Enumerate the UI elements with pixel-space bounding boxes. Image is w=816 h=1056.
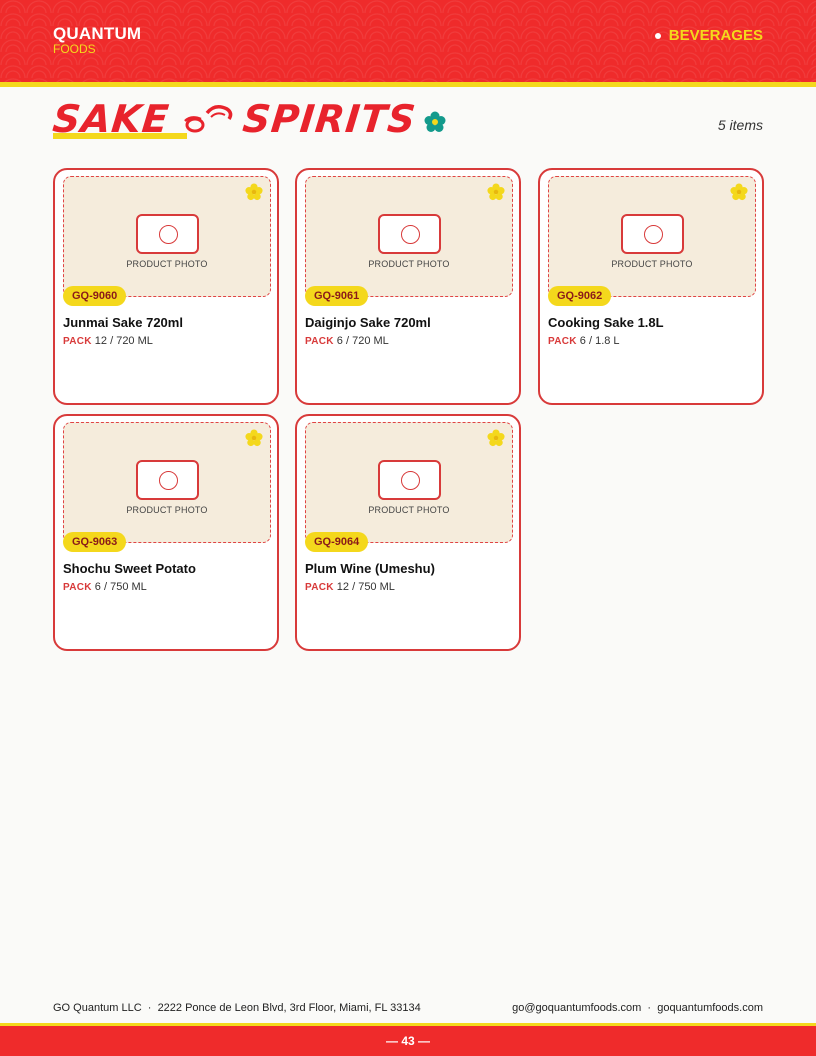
flower-icon [730,183,748,201]
product-photo-placeholder: PRODUCT PHOTO [63,176,271,297]
product-pack: PACK 12 / 750 ML [305,581,395,593]
product-photo-placeholder: PRODUCT PHOTO [305,422,513,543]
section-title-word-2: SPIRITS [240,97,419,141]
product-name: Junmai Sake 720ml [63,315,183,330]
product-pack: PACK 12 / 720 ML [63,335,153,347]
pack-label: PACK [63,336,92,347]
sku-badge: GQ-9063 [63,532,127,552]
product-name: Cooking Sake 1.8L [548,315,664,330]
brand-subtitle: FOODS [53,42,96,56]
product-photo-placeholder: PRODUCT PHOTO [548,176,756,297]
footer-bar: — 43 — [0,1026,816,1056]
title-underline [53,133,187,139]
camera-icon [136,460,199,500]
product-card[interactable]: PRODUCT PHOTO GQ-9060 Junmai Sake 720ml … [53,168,279,405]
product-card[interactable]: PRODUCT PHOTO GQ-9061 Daiginjo Sake 720m… [295,168,521,405]
camera-icon [136,214,199,254]
pack-value: 6 / 750 ML [94,581,147,593]
item-count: 5 items [717,117,763,133]
product-photo-placeholder: PRODUCT PHOTO [305,176,513,297]
flower-icon [245,183,263,201]
product-name: Shochu Sweet Potato [63,561,196,576]
brand-logo: QUANTUM FOODS [53,24,141,55]
pack-value: 12 / 720 ML [94,335,153,347]
photo-label: PRODUCT PHOTO [126,259,208,269]
flower-icon [487,183,505,201]
bullet-icon [654,32,661,39]
product-card[interactable]: PRODUCT PHOTO GQ-9064 Plum Wine (Umeshu)… [295,414,521,651]
footer-contact: go@goquantumfoods.com · goquantumfoods.c… [512,1002,763,1014]
product-photo-placeholder: PRODUCT PHOTO [63,422,271,543]
pack-value: 12 / 750 ML [336,581,395,593]
product-pack: PACK 6 / 1.8 L [548,335,620,347]
header-stripe [0,82,816,87]
pack-label: PACK [548,336,577,347]
product-name: Plum Wine (Umeshu) [305,561,435,576]
page-number: — 43 — [385,1034,430,1048]
footer-company: GO Quantum LLC [53,1002,142,1014]
sku-badge: GQ-9061 [305,286,369,306]
product-card[interactable]: PRODUCT PHOTO GQ-9063 Shochu Sweet Potat… [53,414,279,651]
product-pack: PACK 6 / 750 ML [63,581,147,593]
footer-email[interactable]: go@goquantumfoods.com [512,1002,641,1014]
camera-icon [378,214,441,254]
product-name: Daiginjo Sake 720ml [305,315,431,330]
photo-label: PRODUCT PHOTO [368,505,450,515]
footer-address: GO Quantum LLC · 2222 Ponce de Leon Blvd… [53,1002,421,1014]
pack-label: PACK [305,336,334,347]
sku-badge: GQ-9062 [548,286,612,306]
photo-label: PRODUCT PHOTO [368,259,450,269]
footer-address-text: 2222 Ponce de Leon Blvd, 3rd Floor, Miam… [157,1002,421,1014]
footer-separator: · [644,1002,655,1014]
product-card[interactable]: PRODUCT PHOTO GQ-9062 Cooking Sake 1.8L … [538,168,764,405]
camera-icon [378,460,441,500]
sku-badge: GQ-9064 [305,532,369,552]
photo-label: PRODUCT PHOTO [126,505,208,515]
sku-badge: GQ-9060 [63,286,127,306]
pack-label: PACK [305,582,334,593]
pack-value: 6 / 1.8 L [579,335,620,347]
product-pack: PACK 6 / 720 ML [305,335,389,347]
flower-icon [487,429,505,447]
category-label: BEVERAGES [654,27,763,44]
footer-website[interactable]: goquantumfoods.com [657,1002,763,1014]
pack-label: PACK [63,582,92,593]
category-text: BEVERAGES [668,27,763,44]
pack-value: 6 / 720 ML [336,335,389,347]
camera-icon [621,214,684,254]
brand-name: QUANTUM [53,24,142,43]
photo-label: PRODUCT PHOTO [611,259,693,269]
footer-separator: · [144,1002,155,1014]
fish-icon [184,105,233,133]
flower-icon [245,429,263,447]
flower-icon [424,111,446,132]
